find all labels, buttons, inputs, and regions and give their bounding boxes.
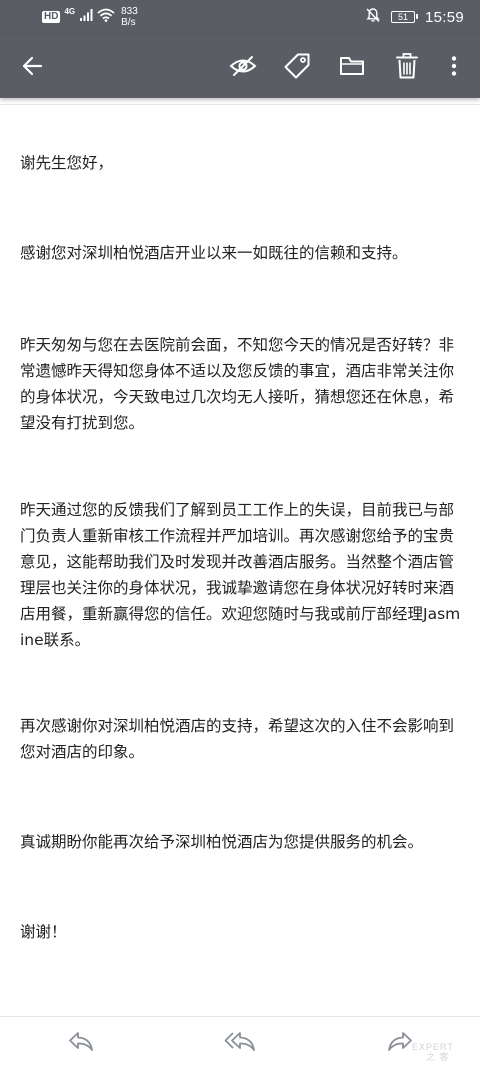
bottom-action-bar: EXPERT 之 客 (0, 1016, 480, 1068)
email-paragraph-feedback: 昨天通过您的反馈我们了解到员工工作上的失误，目前我已与部门负责人重新审核工作流程… (20, 501, 461, 649)
tag-icon (283, 52, 311, 80)
email-paragraph-health: 昨天匆匆与您在去医院前会面，不知您今天的情况是否好转？非常遗憾昨天得知您身体不适… (20, 336, 455, 432)
mail-toolbar (0, 34, 480, 98)
move-to-folder-button[interactable] (332, 46, 372, 86)
speed-unit: B/s (121, 17, 136, 28)
email-paragraph-support: 再次感谢你对深圳柏悦酒店的支持，希望这次的入住不会影响到您对酒店的印象。 (20, 717, 455, 761)
network-speed: 833 B/s (121, 6, 138, 28)
reply-icon (68, 1030, 94, 1056)
more-vert-icon (450, 55, 458, 77)
trash-icon (396, 53, 418, 79)
battery-level: 51 (397, 11, 408, 22)
eye-off-icon (229, 55, 257, 77)
label-button[interactable] (277, 46, 317, 86)
back-arrow-icon (21, 55, 43, 77)
back-button[interactable] (12, 46, 52, 86)
mark-unread-button[interactable] (223, 46, 263, 86)
email-paragraph-hope: 真诚期盼你能再次给予深圳柏悦酒店为您提供服务的机会。 (20, 833, 424, 851)
wifi-icon (97, 8, 115, 27)
svg-text:之 客: 之 客 (426, 1051, 450, 1061)
mute-bell-icon (365, 7, 381, 28)
email-greeting: 谢先生您好， (20, 154, 114, 172)
network-type: 4G (64, 6, 76, 16)
watermark-logo: EXPERT 之 客 (412, 1041, 474, 1064)
hd-badge: HD (42, 11, 61, 23)
status-left: HD 4G 833 B/s (42, 5, 138, 29)
battery-icon: 51 (390, 11, 418, 23)
reply-button[interactable] (61, 1025, 101, 1061)
more-options-button[interactable] (434, 46, 474, 86)
folder-icon (339, 55, 365, 77)
email-paragraph-thanks: 感谢您对深圳柏悦酒店开业以来一如既往的信赖和支持。 (20, 244, 408, 262)
status-bar: HD 4G 833 B/s 51 15:59 (0, 0, 480, 34)
toolbar-divider (0, 104, 480, 105)
forward-icon (387, 1030, 413, 1056)
signal-icon (79, 8, 93, 27)
speed-value: 833 (121, 6, 138, 17)
clock: 15:59 (424, 8, 464, 26)
email-body: 谢先生您好， 感谢您对深圳柏悦酒店开业以来一如既往的信赖和支持。 昨天匆匆与您在… (20, 150, 462, 945)
email-closing: 谢谢！ (20, 923, 67, 941)
svg-text:EXPERT: EXPERT (412, 1042, 454, 1052)
reply-all-icon (224, 1030, 256, 1056)
delete-button[interactable] (387, 46, 427, 86)
reply-all-button[interactable] (220, 1025, 260, 1061)
status-right: 51 15:59 (365, 5, 464, 29)
